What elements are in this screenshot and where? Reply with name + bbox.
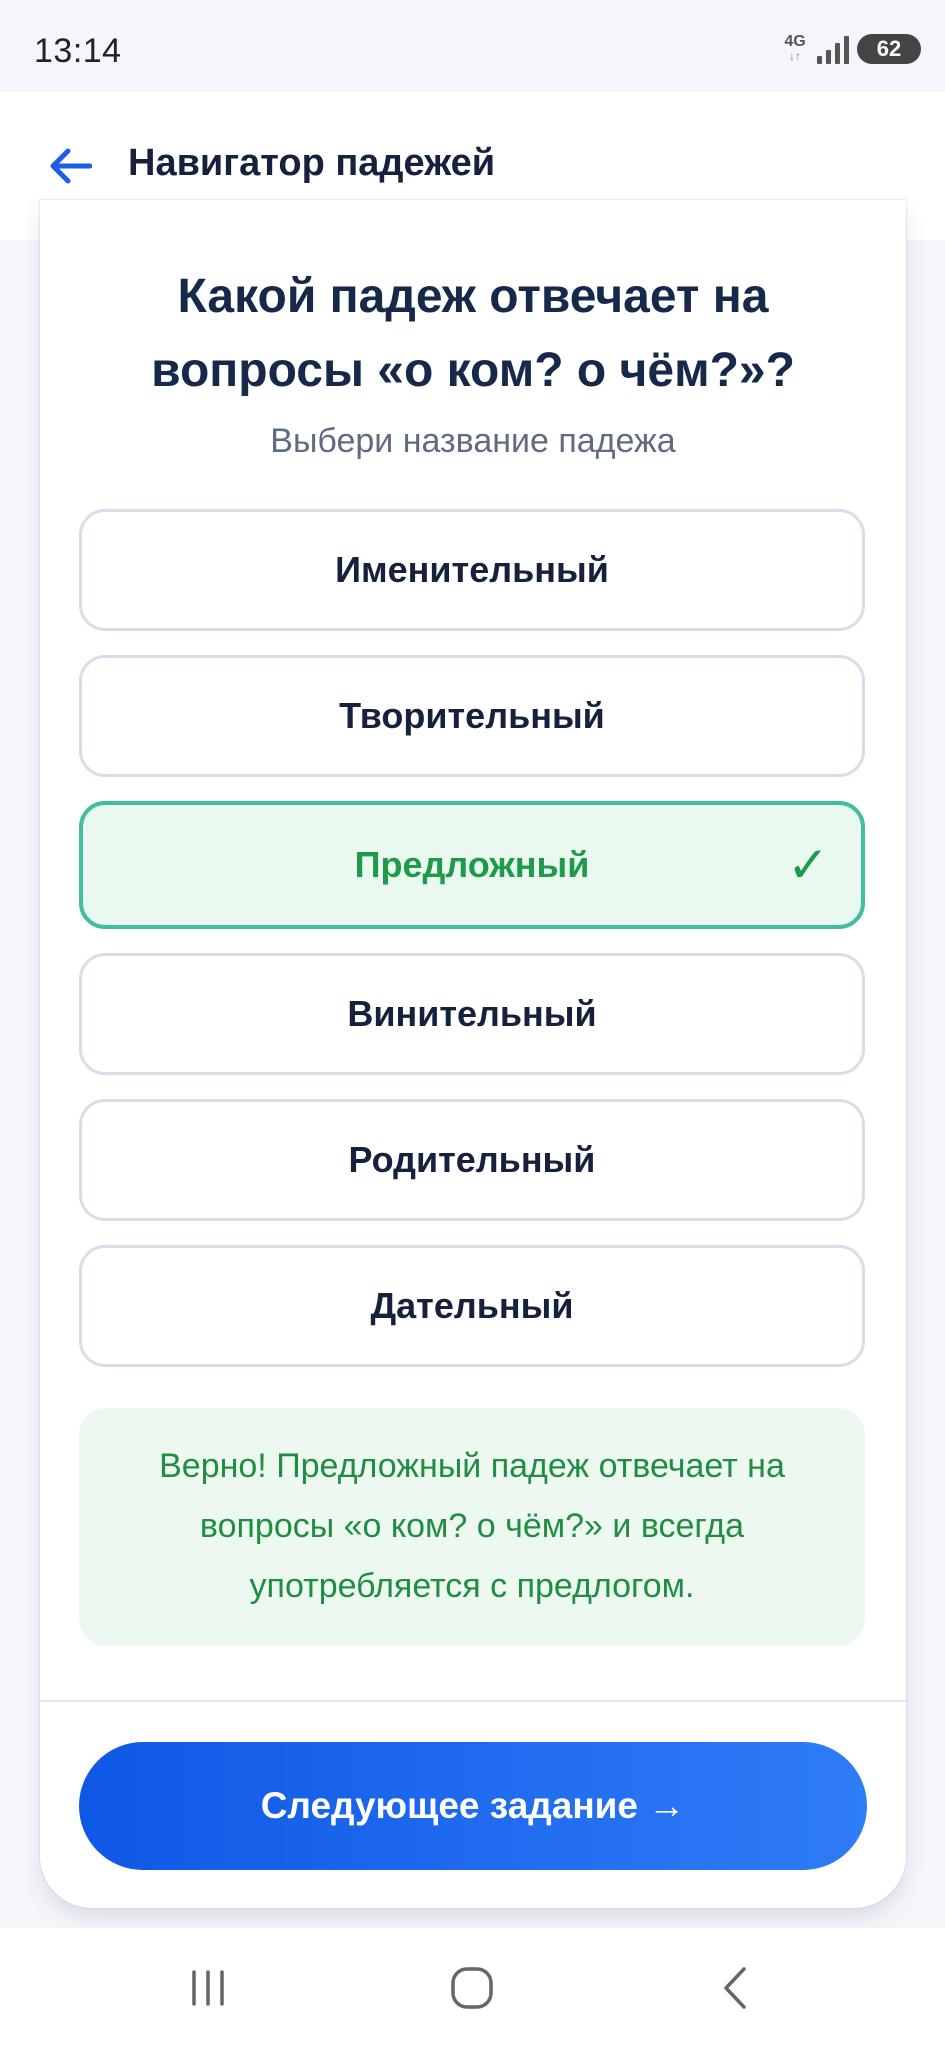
battery-icon: 62 bbox=[857, 34, 921, 64]
status-time: 13:14 bbox=[34, 32, 122, 70]
option-imenitelny[interactable]: Именительный bbox=[79, 509, 865, 631]
option-predlozhny-correct[interactable]: Предложный ✓ bbox=[79, 801, 865, 929]
question-line-1: Какой падеж отвечает на bbox=[177, 270, 769, 323]
option-label: Именительный bbox=[335, 549, 609, 590]
arrow-left-icon bbox=[50, 148, 92, 184]
divider bbox=[40, 1700, 906, 1702]
network-indicator: 4G ↓↑ bbox=[781, 33, 809, 64]
question-hint: Выбери название падежа bbox=[270, 422, 676, 460]
network-type: 4G bbox=[784, 33, 806, 50]
home-button[interactable] bbox=[432, 1958, 512, 2018]
question-text: Какой падеж отвечает на вопросы «о ком? … bbox=[70, 260, 876, 408]
page-title: Навигатор падежей bbox=[128, 142, 496, 184]
option-vinitelny[interactable]: Винительный bbox=[79, 953, 865, 1075]
system-back-button[interactable] bbox=[696, 1958, 776, 2018]
status-bar: 13:14 4G ↓↑ 62 bbox=[0, 0, 945, 92]
system-nav-bar bbox=[0, 1928, 945, 2048]
quiz-card: Какой падеж отвечает на вопросы «о ком? … bbox=[40, 200, 906, 1908]
back-button[interactable] bbox=[40, 136, 100, 196]
option-label: Родительный bbox=[348, 1139, 596, 1180]
signal-icon bbox=[817, 34, 849, 64]
status-icons: 4G ↓↑ 62 bbox=[781, 34, 921, 64]
feedback-message: Верно! Предложный падеж отвечает на вопр… bbox=[79, 1408, 865, 1646]
recent-apps-button[interactable] bbox=[168, 1958, 248, 2018]
option-label: Творительный bbox=[339, 695, 605, 736]
home-icon bbox=[451, 1967, 493, 2009]
next-task-button[interactable]: Следующее задание → bbox=[79, 1742, 867, 1870]
option-datelny[interactable]: Дательный bbox=[79, 1245, 865, 1367]
option-label: Дательный bbox=[370, 1285, 574, 1326]
option-roditelny[interactable]: Родительный bbox=[79, 1099, 865, 1221]
option-label: Предложный bbox=[354, 844, 590, 885]
network-arrows-icon: ↓↑ bbox=[789, 49, 801, 63]
recent-apps-icon bbox=[192, 1970, 224, 2006]
back-icon bbox=[724, 1967, 746, 2009]
option-tvoritelny[interactable]: Творительный bbox=[79, 655, 865, 777]
check-icon: ✓ bbox=[787, 836, 829, 894]
option-label: Винительный bbox=[347, 993, 597, 1034]
question-line-2: вопросы «о ком? о чём?»? bbox=[151, 344, 795, 397]
